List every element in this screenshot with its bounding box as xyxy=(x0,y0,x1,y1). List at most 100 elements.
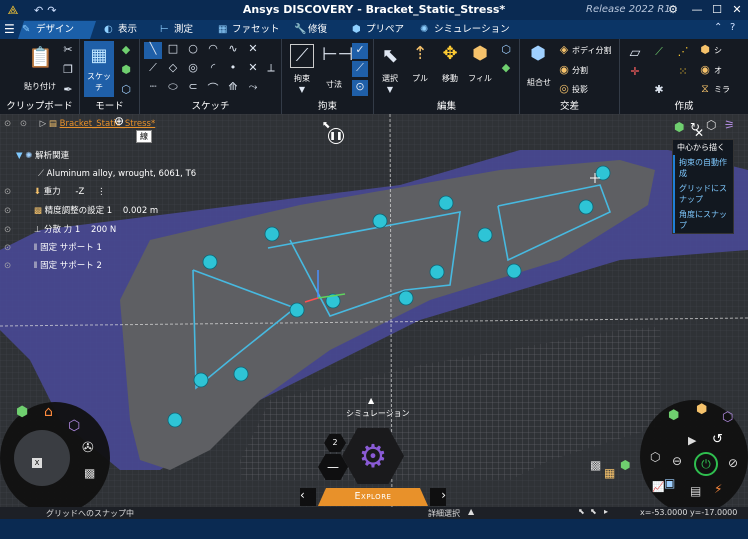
constraint-marker[interactable] xyxy=(429,264,445,280)
eye-icon[interactable]: ⊙ xyxy=(4,206,11,216)
constraint-marker[interactable] xyxy=(578,199,594,215)
sketch-options-icon[interactable]: ⟂ xyxy=(264,61,278,75)
project-icon[interactable]: ◎ xyxy=(558,82,570,95)
redo-icon[interactable]: ↷ xyxy=(47,4,56,17)
split-button[interactable]: 分割 xyxy=(572,65,616,76)
auto-constraint-icon[interactable]: ✓ xyxy=(352,43,368,59)
tree-item-gravity[interactable]: ⊙ ⬇ 重力 -Z ⋮ xyxy=(4,184,105,200)
constraint-marker[interactable] xyxy=(398,290,414,306)
mesh-toggle-icon[interactable]: ▦ xyxy=(604,466,615,480)
constrain-button[interactable]: 拘束 xyxy=(286,73,318,84)
paste-button[interactable]: 貼り付け xyxy=(18,81,62,92)
file-row[interactable]: ⊙ ⊙ ▷ ▤ Bracket_Static_Stress* xyxy=(4,116,204,132)
selection-filter-icon[interactable]: ⬉ xyxy=(578,507,585,516)
dimension-icon[interactable]: ⊢⊣ xyxy=(322,44,353,68)
split-icon[interactable]: ◉ xyxy=(558,63,570,76)
solid-view-icon[interactable]: ⬢ xyxy=(16,404,28,420)
material-icon[interactable]: ⬢ xyxy=(696,402,707,417)
rectangle-tool-icon[interactable]: □ xyxy=(164,42,182,55)
constrain-icon[interactable]: ⟋ xyxy=(290,44,314,68)
constraint-marker[interactable] xyxy=(289,302,305,318)
copy-icon[interactable]: ❐ xyxy=(62,63,74,76)
tab-view[interactable]: ◐ 表示 xyxy=(100,21,150,39)
constraint-marker[interactable] xyxy=(264,226,280,242)
pull-icon[interactable]: ⇡ xyxy=(408,43,432,64)
solid-toggle-icon[interactable]: ⬢ xyxy=(620,458,630,472)
undo-icon[interactable]: ↶ xyxy=(34,4,43,17)
slot-tool-icon[interactable]: ⊂ xyxy=(184,80,202,93)
tree-item-force[interactable]: ⊙ ⊥ 分散 力 1 200 N xyxy=(4,222,116,238)
constraint-marker[interactable] xyxy=(193,372,209,388)
move-button[interactable]: 移動 xyxy=(438,73,462,84)
eye-icon[interactable]: ⊙ xyxy=(4,119,11,129)
mirror-button[interactable]: ミラ xyxy=(714,84,738,95)
spline-tool-icon[interactable]: ∿ xyxy=(224,42,242,55)
construction-line-icon[interactable]: ┈ xyxy=(144,80,162,93)
simulation-panel-label[interactable]: シミュレーション xyxy=(346,408,410,419)
menu-item-draw-from-center[interactable]: 中心から描く xyxy=(673,140,733,155)
render-view-icon[interactable]: ✇ xyxy=(82,440,94,456)
view-cube-icon[interactable]: X xyxy=(32,458,42,468)
corner-tool-icon[interactable]: ✕ xyxy=(244,61,262,74)
arc-tool-icon[interactable]: ◠ xyxy=(204,42,222,55)
tab-measure[interactable]: ⊢ 測定 xyxy=(156,21,206,39)
tab-design[interactable]: ✎ デザイン xyxy=(18,21,96,39)
chevron-up-icon[interactable]: ⌃ xyxy=(714,22,722,33)
constraint-marker[interactable] xyxy=(477,227,493,243)
origin-icon[interactable]: ✛ xyxy=(626,65,644,78)
combine-icon[interactable]: ⬢ xyxy=(526,43,550,64)
format-icon[interactable]: ✒ xyxy=(62,83,74,96)
detail-select-label[interactable]: 詳細選択 xyxy=(428,508,460,519)
select-button[interactable]: 選択 xyxy=(376,73,404,84)
explore-next-button[interactable]: › xyxy=(430,488,446,506)
eye-icon[interactable]: ⊙ xyxy=(4,225,11,235)
maximize-button[interactable]: ☐ xyxy=(710,2,724,17)
constrain-dropdown-icon[interactable]: ▼ xyxy=(296,85,308,94)
refresh-icon[interactable]: ↺ xyxy=(712,432,723,447)
tree-item-material[interactable]: ⟋ Aluminum alloy, wrought, 6061, T6 xyxy=(38,166,196,182)
eye-icon[interactable]: ⊙ xyxy=(4,187,11,197)
report-icon[interactable]: ▣ xyxy=(664,476,675,490)
snap-angle-icon[interactable]: ⊙ xyxy=(352,80,368,96)
circle-tool-icon[interactable]: ○ xyxy=(184,42,202,55)
menu-item-snap-angle[interactable]: 角度にスナップ xyxy=(673,207,733,233)
point-create-icon[interactable]: ⋰ xyxy=(674,45,692,58)
box-view-icon[interactable]: ⬡ xyxy=(68,418,80,434)
trim-tool-icon[interactable]: ✕ xyxy=(244,42,262,55)
fit-view-icon[interactable]: ▩ xyxy=(84,466,95,480)
chart-icon[interactable]: ⬡ xyxy=(722,410,733,425)
fill-icon[interactable]: ⬢ xyxy=(468,43,492,64)
snap-grid-icon[interactable]: ⟋ xyxy=(352,61,368,77)
section-mode-icon[interactable]: ◆ xyxy=(120,43,132,56)
menu-item-auto-constrain[interactable]: 拘束の自動作成 xyxy=(673,155,733,181)
select-icon[interactable]: ⬉ xyxy=(378,43,402,67)
pause-button[interactable]: ❚❚ xyxy=(328,128,344,144)
tab-facet[interactable]: ▦ ファセット xyxy=(214,21,282,39)
snap-icon[interactable]: ⬉ xyxy=(590,507,597,516)
point-tool-icon[interactable]: • xyxy=(224,61,242,74)
float-close-icon[interactable]: ✕ xyxy=(694,126,704,140)
minimize-button[interactable]: — xyxy=(690,2,704,17)
combine-button[interactable]: 組合せ xyxy=(522,77,556,88)
mesh-icon[interactable]: ⬡ xyxy=(650,450,660,464)
float-chart-icon[interactable]: ⚞ xyxy=(724,118,735,132)
sweep-arc-icon[interactable]: ◜ xyxy=(204,61,222,74)
fidelity-value[interactable]: 0.002 m xyxy=(123,206,158,216)
constraint-marker[interactable] xyxy=(167,412,183,428)
menu-icon[interactable]: ☰ xyxy=(4,23,16,35)
toggle-icon[interactable]: ⊙ xyxy=(20,119,27,129)
link-icon[interactable]: ⊖ xyxy=(672,454,682,468)
tab-prepare[interactable]: ⬢ プリペア xyxy=(348,21,410,39)
tangent-line-icon[interactable]: ⟋ xyxy=(144,61,162,75)
coordinate-icon[interactable]: ✱ xyxy=(650,83,668,96)
constraint-marker[interactable] xyxy=(372,213,388,229)
eye-icon[interactable]: ⊙ xyxy=(4,261,11,271)
project-button[interactable]: 投影 xyxy=(572,84,616,95)
eye-icon[interactable]: ⊙ xyxy=(4,243,11,253)
force-value[interactable]: 200 N xyxy=(91,225,116,235)
probe-icon[interactable]: ⊘ xyxy=(728,456,738,470)
tree-item-support-1[interactable]: ⊙ ⫴ 固定 サポート 1 xyxy=(4,240,102,256)
paste-icon[interactable]: 📋 xyxy=(28,45,53,69)
play-icon[interactable]: ▶ xyxy=(688,434,696,447)
settings-icon[interactable]: ⚙ xyxy=(666,2,680,17)
